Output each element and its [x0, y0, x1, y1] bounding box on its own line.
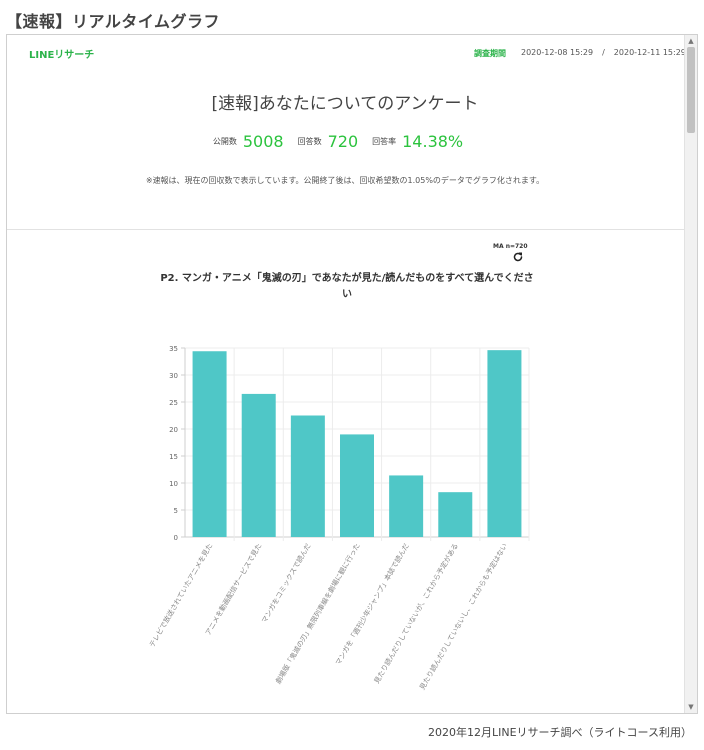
- bar: [487, 350, 522, 537]
- bar: [192, 351, 227, 537]
- y-tick-label: 15: [169, 453, 178, 461]
- line-research-logo: LINEリサーチ: [29, 50, 95, 61]
- survey-note: ※速報は、現在の回収数で表示しています。公開終了後は、回収希望数の1.05%のデ…: [145, 176, 545, 185]
- triangle-up-icon[interactable]: ▲: [685, 35, 697, 47]
- survey-frame: LINEリサーチ 調査期間 2020-12-08 15:29 / 2020-12-1…: [6, 34, 698, 714]
- refresh-icon[interactable]: [512, 251, 524, 263]
- x-category-label: アニメを動画配信サービスで見た: [203, 542, 263, 637]
- stat-responses-label: 回答数: [297, 137, 322, 146]
- triangle-down-icon[interactable]: ▼: [685, 701, 697, 713]
- y-tick-label: 0: [174, 534, 178, 542]
- y-tick-label: 10: [169, 480, 178, 488]
- bar: [290, 415, 325, 537]
- stat-rate-label: 回答率: [372, 137, 397, 146]
- y-tick-label: 5: [174, 507, 178, 515]
- question-text: P2. マンガ・アニメ「鬼滅の刃」であなたが見た/読んだものをすべて選んでくださ…: [160, 273, 534, 300]
- stat-published-label: 公開数: [212, 137, 237, 146]
- bar: [389, 475, 424, 537]
- stat-published-value: 5008: [242, 132, 284, 151]
- source-note: 2020年12月LINEリサーチ調べ（ライトコース利用）: [428, 726, 692, 739]
- y-tick-label: 20: [169, 426, 178, 434]
- survey-stats: 公開数 5008 回答数 720 回答率 14.38%: [7, 131, 683, 151]
- x-category-label: 見たり読んだりしていないが、これから予定がある: [372, 542, 460, 686]
- bar: [438, 492, 473, 537]
- section-divider: [7, 229, 685, 230]
- x-category-label: マンガをコミックスで読んだ: [259, 542, 312, 625]
- stat-responses-value: 720: [327, 132, 359, 151]
- y-tick-label: 25: [169, 399, 178, 407]
- scrollbar-thumb[interactable]: [687, 47, 695, 133]
- bar-chart: 05101520253035テレビで放送されていたアニメを見たアニメを動画配信サ…: [147, 345, 530, 692]
- ma-sample-label: MA n=720: [493, 243, 528, 250]
- x-category-label: 劇場版「鬼滅の刃」無限列車編を劇場に観に行った: [273, 542, 361, 686]
- vertical-scrollbar[interactable]: ▲ ▼: [684, 35, 697, 713]
- survey-period-range: 2020-12-08 15:29 / 2020-12-11 15:29: [521, 48, 686, 57]
- y-tick-label: 35: [169, 345, 178, 353]
- survey-period-label: 調査期間: [474, 49, 506, 58]
- period-start: 2020-12-08 15:29: [521, 48, 594, 57]
- period-end: 2020-12-11 15:29: [613, 48, 686, 57]
- y-tick-label: 30: [169, 372, 178, 380]
- survey-title: [速報]あなたについてのアンケート: [211, 94, 479, 114]
- bar: [340, 434, 374, 537]
- page-heading: 【速報】リアルタイムグラフ: [6, 12, 221, 31]
- stat-rate-value: 14.38%: [402, 132, 464, 151]
- period-separator: /: [602, 48, 605, 57]
- x-category-label: 見たり読んだりしていないし、これからも予定はない: [417, 542, 509, 692]
- bar: [241, 393, 276, 537]
